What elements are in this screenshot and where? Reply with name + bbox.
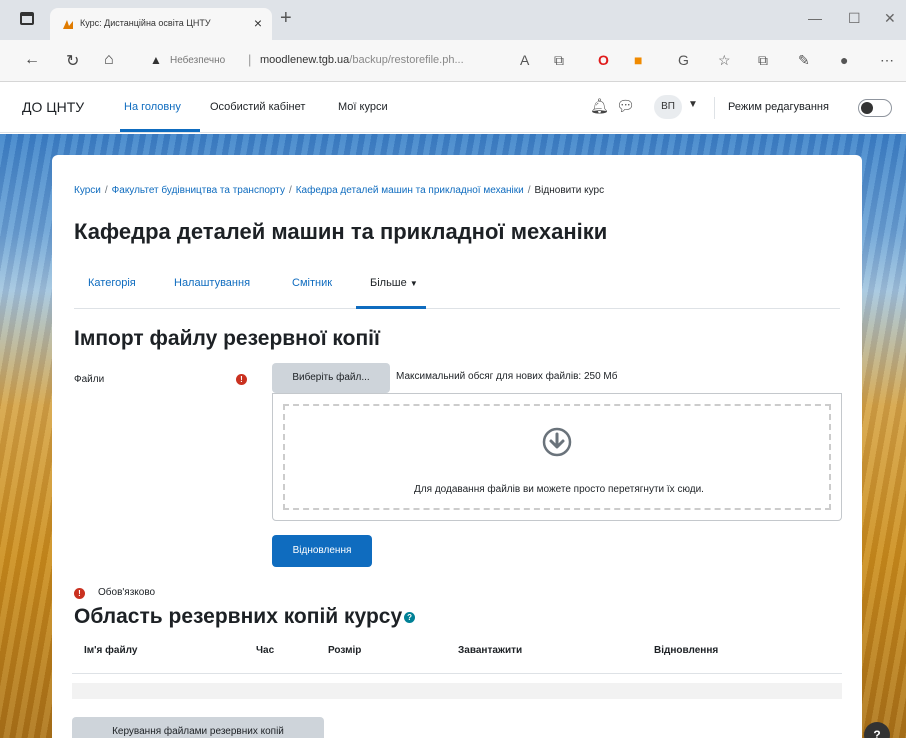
edit-mode-toggle[interactable] (858, 99, 892, 117)
restore-button[interactable]: Відновлення (272, 535, 372, 567)
site-brand[interactable]: ДО ЦНТУ (22, 99, 84, 115)
opera-extension-icon[interactable]: O (598, 52, 609, 68)
max-file-size-text: Максимальний обсяг для нових файлів: 250… (396, 371, 618, 382)
tab-title: Курс: Дистанційна освіта ЦНТУ (80, 18, 211, 28)
minimize-icon[interactable]: — (808, 10, 822, 26)
extensions-puzzle-icon[interactable]: ✎ (798, 52, 810, 69)
window-menu-icon[interactable] (20, 12, 34, 25)
col-time: Час (256, 645, 275, 656)
tab-more[interactable]: Більше ▼ (370, 277, 418, 289)
active-nav-indicator (120, 129, 200, 132)
secondary-navigation: Категорія Налаштування Смітник Більше ▼ (74, 265, 840, 309)
required-exclamation-icon: ! (236, 374, 247, 385)
favorites-icon[interactable]: ☆ (718, 52, 731, 69)
active-tab-indicator (356, 306, 426, 309)
nav-home-link[interactable]: На головну (124, 101, 181, 113)
table-row-empty (72, 683, 842, 699)
required-note: Обов'язково (98, 587, 156, 598)
manage-backup-files-button[interactable]: Керування файлами резервних копій (72, 717, 324, 738)
table-header-divider (72, 673, 842, 674)
browser-toolbar: ← ↻ ⌂ ▲ Небезпечно | moodlenew.tgb.ua/ba… (0, 40, 906, 82)
insecure-label: Небезпечно (170, 55, 226, 66)
breadcrumb-current: Відновити курс (534, 185, 605, 196)
file-drop-zone[interactable]: Для додавання файлів ви можете просто пе… (272, 393, 842, 521)
user-menu-chevron-down-icon[interactable]: ▼ (688, 99, 698, 110)
grammar-extension-icon[interactable]: G (678, 52, 689, 68)
url-separator: | (248, 52, 252, 67)
url-text: moodlenew.tgb.ua/backup/restorefile.ph..… (260, 54, 510, 66)
choose-file-button[interactable]: Виберіть файл... (272, 363, 390, 393)
tab-more-label: Більше (370, 277, 407, 289)
col-size: Розмір (328, 645, 362, 656)
breadcrumb-courses[interactable]: Курси (74, 185, 101, 196)
address-bar[interactable]: ▲ Небезпечно | moodlenew.tgb.ua/backup/r… (140, 48, 580, 74)
profile-icon[interactable]: ● (840, 52, 848, 68)
tab-action-icon[interactable]: ⧉ (554, 52, 564, 69)
breadcrumb-separator: / (288, 185, 292, 196)
messages-chat-icon[interactable]: 💬︎ (616, 97, 635, 115)
maximize-icon[interactable]: ☐ (848, 10, 861, 27)
drop-zone-dashed-area: Для додавання файлів ви можете просто пе… (283, 404, 831, 510)
navbar-divider (714, 97, 715, 119)
backup-area-heading: Область резервних копій курсу? (74, 605, 416, 629)
col-download: Завантажити (458, 645, 523, 656)
browser-tab[interactable]: Курс: Дистанційна освіта ЦНТУ × (50, 8, 272, 40)
extension-icon[interactable]: ■ (634, 52, 642, 68)
breadcrumb-department[interactable]: Кафедра деталей машин та прикладної меха… (296, 185, 524, 196)
read-aloud-icon[interactable]: A (520, 52, 529, 68)
site-navbar: ДО ЦНТУ На головну Особистий кабінет Мої… (0, 83, 906, 133)
notifications-bell-icon[interactable]: 🔔︎ (590, 97, 609, 115)
edit-mode-label: Режим редагування (728, 101, 829, 113)
breadcrumb-separator: / (527, 185, 531, 196)
tab-category[interactable]: Категорія (88, 277, 136, 289)
breadcrumb-separator: / (104, 185, 108, 196)
tab-settings[interactable]: Налаштування (174, 277, 250, 289)
backup-area-heading-text: Область резервних копій курсу (74, 605, 403, 628)
more-menu-icon[interactable]: ⋯ (880, 52, 894, 69)
main-content-card: Курси / Факультет будівництва та транспорт… (52, 155, 862, 738)
new-tab-plus-icon[interactable]: + (280, 7, 292, 30)
help-question-icon[interactable]: ? (404, 611, 416, 623)
import-heading: Імпорт файлу резервної копії (74, 327, 380, 350)
back-arrow-icon[interactable]: ← (24, 51, 40, 69)
breadcrumb: Курси / Факультет будівництва та транспорт… (74, 185, 604, 196)
required-exclamation-icon: ! (74, 588, 85, 599)
breadcrumb-faculty[interactable]: Факультет будівництва та транспорту (112, 185, 285, 196)
chevron-down-icon: ▼ (409, 279, 418, 288)
collections-icon[interactable]: ⧉ (758, 52, 768, 69)
download-arrow-icon (542, 427, 572, 457)
close-window-icon[interactable]: ✕ (884, 10, 896, 27)
url-domain: moodlenew.tgb.ua (260, 54, 350, 66)
nav-dashboard-link[interactable]: Особистий кабінет (210, 101, 305, 113)
files-label: Файли (74, 374, 105, 385)
toggle-knob (861, 102, 873, 114)
warning-icon[interactable]: ▲ (150, 53, 162, 67)
tab-recycle-bin[interactable]: Смітник (292, 277, 332, 289)
reload-icon[interactable]: ↻ (66, 51, 79, 71)
page-title: Кафедра деталей машин та прикладної меха… (74, 219, 608, 244)
close-tab-icon[interactable]: × (254, 15, 262, 31)
user-avatar[interactable]: ВП (654, 95, 682, 119)
nav-my-courses-link[interactable]: Мої курси (338, 101, 388, 113)
site-favicon-icon (63, 20, 73, 29)
browser-tab-strip: Курс: Дистанційна освіта ЦНТУ × + — ☐ ✕ (0, 0, 906, 40)
col-restore: Відновлення (654, 645, 719, 656)
drop-hint-text: Для додавання файлів ви можете просто пе… (414, 484, 704, 495)
url-path: /backup/restorefile.ph... (349, 54, 464, 66)
home-icon[interactable]: ⌂ (104, 51, 114, 69)
col-filename: Ім'я файлу (84, 645, 138, 656)
